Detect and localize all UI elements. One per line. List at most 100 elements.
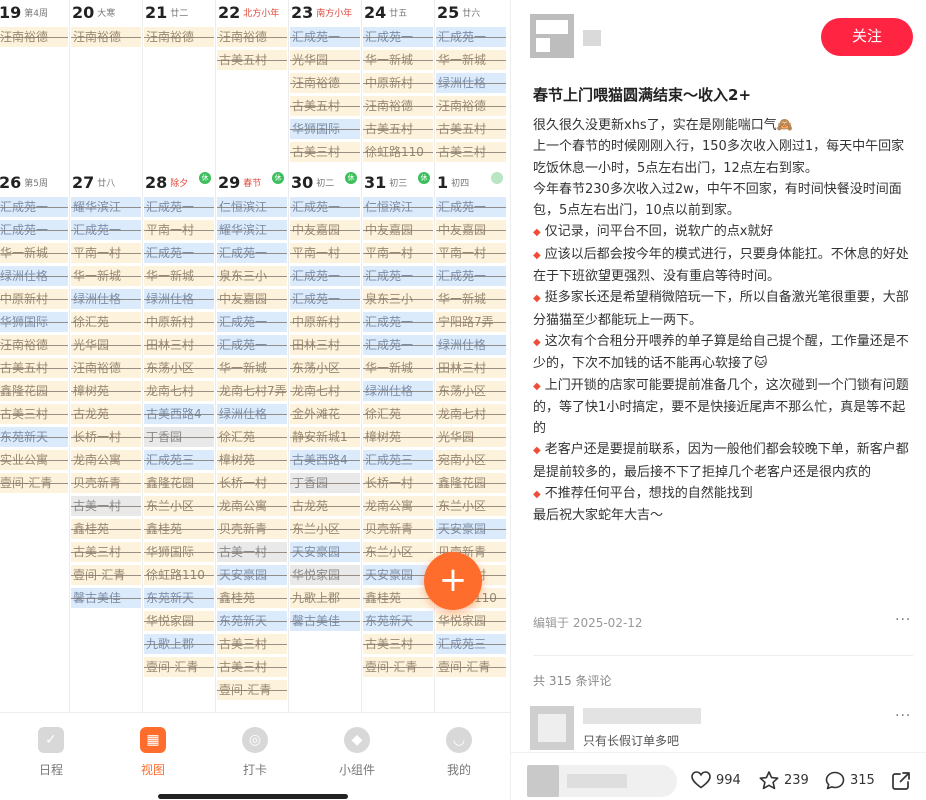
nav-item-1[interactable]: ▦ 视图 [102,713,204,800]
calendar-event[interactable]: 古美三村 [290,142,360,162]
calendar-event[interactable]: 中原新村 [363,73,433,93]
calendar-event[interactable]: 泉东三小 [363,289,433,309]
author-name-blurred[interactable] [583,30,601,46]
calendar-event[interactable]: 汇成苑一 [290,27,360,47]
calendar-event[interactable]: 天安豪园 [436,519,506,539]
calendar-event[interactable]: 东苑新天 [217,611,287,631]
calendar-event[interactable]: 中友嘉园 [363,220,433,240]
calendar-event[interactable]: 古美五村 [436,119,506,139]
calendar-event[interactable]: 徐汇苑 [71,312,141,332]
calendar-event[interactable]: 华悦家园 [144,611,214,631]
calendar-event[interactable]: 汇成苑一 [0,220,68,240]
calendar-day[interactable]: 27 廿八 耀华滨江 汇成苑一 平南一村 华一新城 绿洲仕格 徐汇苑 光华园 汪南裕德 樟树苑 古龙苑… [69,170,142,800]
calendar-event[interactable]: 古美五村 [290,96,360,116]
calendar-event[interactable]: 宛南小区 [436,450,506,470]
calendar-event[interactable]: 田林三村 [290,335,360,355]
calendar-event[interactable]: 古美三村 [71,542,141,562]
calendar-event[interactable]: 古美三村 [436,142,506,162]
add-event-button[interactable]: + [424,552,482,610]
calendar-event[interactable]: 东兰小区 [144,496,214,516]
nav-item-4[interactable]: ◡ 我的 [408,713,510,800]
calendar-event[interactable]: 汪南裕德 [290,73,360,93]
calendar-event[interactable]: 古美一村 [71,496,141,516]
calendar-event[interactable]: 鑫桂苑 [217,588,287,608]
calendar-event[interactable]: 丁香园 [144,427,214,447]
calendar-event[interactable]: 汪南裕德 [144,27,214,47]
calendar-event[interactable]: 中友嘉园 [217,289,287,309]
calendar-event[interactable]: 静安新城1 [290,427,360,447]
calendar-event[interactable]: 樟树苑 [217,450,287,470]
like-button[interactable]: 994 [691,771,741,789]
calendar-event[interactable]: 汇成苑一 [217,312,287,332]
calendar-event[interactable]: 汇成苑一 [144,197,214,217]
favorite-button[interactable]: 239 [759,771,809,790]
calendar-event[interactable]: 东兰小区 [363,542,433,562]
calendar-event[interactable]: 绿洲仕格 [363,381,433,401]
calendar-event[interactable]: 东荡小区 [290,358,360,378]
comment-button[interactable]: 315 [825,771,875,790]
calendar-event[interactable]: 平南一村 [363,243,433,263]
calendar-event[interactable]: 古龙苑 [71,404,141,424]
share-button[interactable] [891,771,916,791]
calendar-day[interactable]: 28 除夕休汇成苑一 平南一村 汇成苑一 华一新城 绿洲仕格 中原新村 田林三村 东荡小区 龙南七… [142,170,215,800]
calendar-event[interactable]: 华一新城 [144,266,214,286]
calendar-event[interactable]: 泉东三小 [217,266,287,286]
calendar-event[interactable]: 古美西路4 [290,450,360,470]
calendar-event[interactable]: 汇成苑一 [436,27,506,47]
calendar-event[interactable]: 古美一村 [217,542,287,562]
calendar-event[interactable]: 长桥一村 [363,473,433,493]
calendar-event[interactable]: 贝壳新青 [363,519,433,539]
calendar-event[interactable]: 古美三村 [217,634,287,654]
calendar-event[interactable]: 平南一村 [71,243,141,263]
calendar-event[interactable]: 华狮国际 [0,312,68,332]
author-avatar[interactable] [530,14,574,58]
calendar-event[interactable]: 汇成苑一 [436,266,506,286]
calendar-event[interactable]: 汇成苑一 [290,197,360,217]
calendar-event[interactable]: 徐汇苑 [217,427,287,447]
calendar-event[interactable]: 汇成苑一 [144,243,214,263]
calendar-event[interactable]: 樟树苑 [71,381,141,401]
calendar-event[interactable]: 鑫隆花园 [144,473,214,493]
calendar-event[interactable]: 古美五村 [0,358,68,378]
calendar-event[interactable]: 宁阳路7弄 [436,312,506,332]
calendar-event[interactable]: 龙南七村7弄 [217,381,287,401]
calendar-event[interactable]: 长桥一村 [71,427,141,447]
calendar-event[interactable]: 东苑新天 [363,611,433,631]
calendar-event[interactable]: 古美三村 [217,657,287,677]
calendar-event[interactable]: 壹间-汇青 [217,680,287,700]
calendar-event[interactable]: 平南一村 [290,243,360,263]
calendar-event[interactable]: 贝壳新青 [217,519,287,539]
calendar-event[interactable]: 汇成苑一 [363,335,433,355]
calendar-day[interactable]: 1 初四 汇成苑一 中友嘉园 平南一村 汇成苑一 华一新城 宁阳路7弄 绿洲仕格 田林三村 东荡小区… [434,170,507,800]
calendar-event[interactable]: 鑫隆花园 [436,473,506,493]
calendar-event[interactable]: 汪南裕德 [436,96,506,116]
calendar-event[interactable]: 汇成苑一 [217,335,287,355]
calendar-event[interactable]: 汪南裕德 [363,96,433,116]
calendar-event[interactable]: 耀华滨江 [217,220,287,240]
calendar-event[interactable]: 徐虹路110 [363,142,433,162]
calendar-event[interactable]: 华一新城 [363,358,433,378]
calendar-event[interactable]: 鑫桂苑 [144,519,214,539]
commenter-avatar[interactable] [530,706,574,750]
calendar-event[interactable]: 长桥一村 [217,473,287,493]
comment-input[interactable] [527,765,677,797]
calendar-event[interactable]: 华狮国际 [290,119,360,139]
calendar-event[interactable]: 光华园 [290,50,360,70]
calendar-event[interactable]: 古龙苑 [290,496,360,516]
calendar-day[interactable]: 21 廿二 汪南裕德 [142,0,215,170]
calendar-event[interactable]: 光华园 [436,427,506,447]
calendar-event[interactable]: 徐汇苑 [363,404,433,424]
calendar-event[interactable]: 耀华滨江 [71,197,141,217]
nav-item-2[interactable]: ◎ 打卡 [204,713,306,800]
calendar-event[interactable]: 龙南七村 [436,404,506,424]
calendar-event[interactable]: 古美西路4 [144,404,214,424]
calendar-event[interactable]: 金外滩花 [290,404,360,424]
calendar-day[interactable]: 24 廿五 汇成苑一 华一新城 中原新村 汪南裕德 古美五村 徐虹路110 [361,0,434,170]
calendar-event[interactable]: 绿洲仕格 [436,73,506,93]
calendar-event[interactable]: 鑫隆花园 [0,381,68,401]
calendar-event[interactable]: 东荡小区 [144,358,214,378]
calendar-event[interactable]: 九歌上郡 [290,588,360,608]
calendar-event[interactable]: 汇成苑一 [363,312,433,332]
calendar-event[interactable]: 天安豪园 [290,542,360,562]
calendar-event[interactable]: 汇成苑一 [363,27,433,47]
